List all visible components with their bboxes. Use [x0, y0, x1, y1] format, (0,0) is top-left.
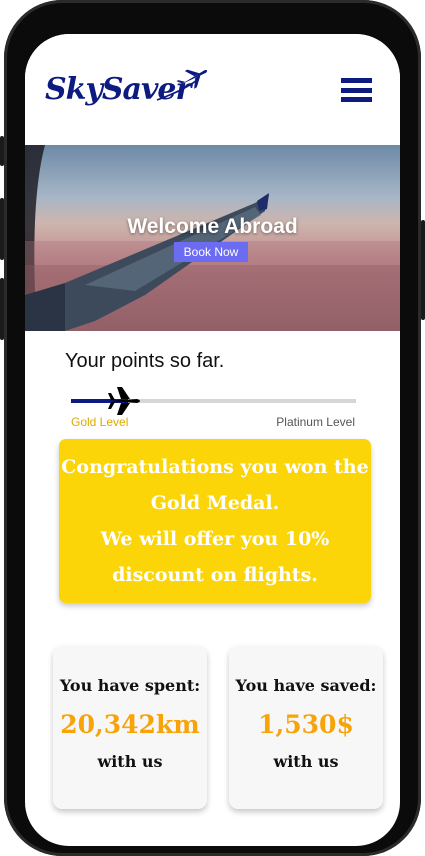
- app-screen: SkySaver Welcome Abroad Book Now Your po…: [25, 34, 400, 846]
- logo-airplane-icon: [156, 69, 208, 101]
- mute-switch: [0, 136, 4, 166]
- spent-sub: with us: [97, 752, 163, 771]
- volume-up-button: [0, 198, 4, 260]
- platinum-level-label: Platinum Level: [276, 415, 355, 429]
- power-button: [421, 220, 425, 320]
- spent-value: 20,342km: [60, 710, 200, 739]
- hero-banner: Welcome Abroad Book Now: [25, 145, 400, 331]
- hamburger-menu-icon[interactable]: [341, 78, 372, 102]
- skysaver-logo[interactable]: SkySaver: [45, 64, 215, 116]
- congrats-line: Gold Medal.: [150, 492, 280, 514]
- spent-label: You have spent:: [59, 676, 201, 695]
- saved-value: 1,530$: [258, 710, 354, 739]
- congrats-card: Congratulations you won the Gold Medal. …: [59, 439, 371, 603]
- congrats-line: We will offer you 10%: [100, 528, 330, 550]
- congrats-line: Congratulations you won the: [61, 456, 369, 478]
- book-now-button[interactable]: Book Now: [174, 242, 248, 262]
- app-header: SkySaver: [25, 34, 400, 145]
- points-heading: Your points so far.: [65, 350, 225, 372]
- congrats-line: discount on flights.: [112, 564, 318, 586]
- saved-card: You have saved: 1,530$ with us: [229, 646, 383, 809]
- menu-bar: [341, 78, 372, 83]
- saved-sub: with us: [273, 752, 339, 771]
- saved-label: You have saved:: [235, 676, 377, 695]
- gold-level-label: Gold Level: [71, 415, 129, 429]
- hero-title: Welcome Abroad: [127, 215, 298, 238]
- menu-bar: [341, 87, 372, 93]
- spent-card: You have spent: 20,342km with us: [53, 646, 207, 809]
- menu-bar: [341, 97, 372, 102]
- volume-down-button: [0, 278, 4, 340]
- airplane-icon: [108, 387, 140, 415]
